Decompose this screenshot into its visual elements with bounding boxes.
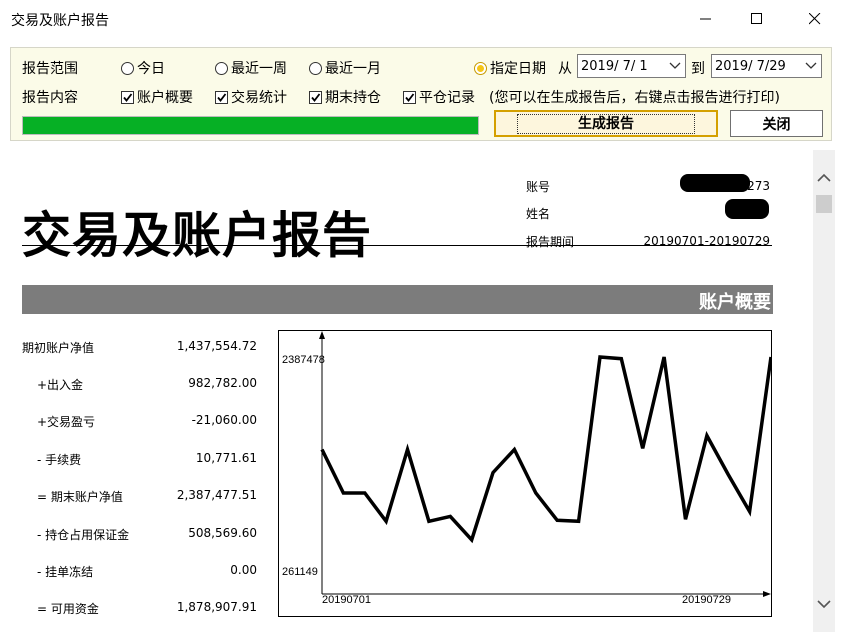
summary-label: = 期末账户净值 xyxy=(37,490,123,504)
summary-value: -21,060.00 xyxy=(191,413,257,427)
chevron-up-icon xyxy=(817,173,831,182)
vertical-scrollbar[interactable] xyxy=(813,150,835,632)
redacted-name xyxy=(725,199,769,219)
summary-label: = 可用资金 xyxy=(37,602,99,616)
progress-fill xyxy=(23,117,478,134)
radio-last-month[interactable]: 最近一月 xyxy=(309,58,381,78)
minimize-icon xyxy=(700,18,711,20)
redacted-account xyxy=(680,174,750,192)
report-title: 交易及账户报告 xyxy=(22,207,373,264)
summary-label: +出入金 xyxy=(37,378,84,392)
checkbox-account-summary[interactable]: 账户概要 xyxy=(121,87,193,107)
content-label: 报告内容 xyxy=(22,90,78,106)
summary-value: 1,878,907.91 xyxy=(176,600,257,614)
summary-value: 508,569.60 xyxy=(188,526,257,540)
range-label: 报告范围 xyxy=(22,61,78,77)
x-end-label: 20190729 xyxy=(682,594,731,606)
period-value: 20190701-20190729 xyxy=(643,234,771,248)
scroll-down-button[interactable] xyxy=(816,596,832,612)
summary-label: 期初账户净值 xyxy=(22,341,95,355)
radio-icon xyxy=(215,61,228,75)
summary-value: 982,782.00 xyxy=(188,376,257,390)
summary-value: 0.00 xyxy=(230,563,257,577)
checkbox-trade-stats[interactable]: 交易统计 xyxy=(215,87,287,107)
summary-label: +交易盈亏 xyxy=(37,415,96,429)
close-icon xyxy=(809,13,821,25)
chevron-down-icon xyxy=(817,600,831,609)
summary-value: 2,387,477.51 xyxy=(176,488,257,502)
chevron-down-icon xyxy=(805,62,817,69)
close-window-button[interactable] xyxy=(792,0,838,38)
name-label: 姓名 xyxy=(526,207,551,221)
to-label: 到 xyxy=(691,61,705,77)
checkbox-ending-positions[interactable]: 期末持仓 xyxy=(309,87,381,107)
to-date-picker[interactable]: 2019/ 7/29 xyxy=(711,54,822,78)
x-start-label: 20190701 xyxy=(322,594,371,606)
from-label: 从 xyxy=(558,61,572,77)
close-button[interactable]: 关闭 xyxy=(730,110,823,137)
radio-selected-icon xyxy=(474,61,487,75)
radio-last-week[interactable]: 最近一周 xyxy=(215,58,287,78)
maximize-icon xyxy=(751,13,762,24)
account-value: 273 xyxy=(747,179,770,193)
summary-label: - 持仓占用保证金 xyxy=(37,528,130,542)
equity-chart: 2387478 261149 20190701 20190729 xyxy=(278,330,773,617)
summary-label: - 挂单冻结 xyxy=(37,565,94,579)
chart-axes xyxy=(319,331,771,597)
scroll-thumb[interactable] xyxy=(816,195,832,213)
radio-today[interactable]: 今日 xyxy=(121,58,165,78)
equity-chart-svg: 2387478 261149 20190701 20190729 xyxy=(282,331,773,606)
equity-line-series xyxy=(320,355,773,544)
generate-report-button[interactable]: 生成报告 xyxy=(494,110,718,137)
account-label: 账号 xyxy=(526,180,551,194)
summary-value: 10,771.61 xyxy=(195,451,257,465)
radio-custom-date[interactable]: 指定日期 xyxy=(474,58,546,78)
y-axis-arrow xyxy=(319,331,325,339)
summary-value: 1,437,554.72 xyxy=(176,339,257,353)
summary-label: - 手续费 xyxy=(37,453,82,467)
section-title: 账户概要 xyxy=(699,292,771,313)
print-hint: (您可以在生成报告后，右键点击报告进行打印) xyxy=(489,90,780,106)
y-min-label: 261149 xyxy=(282,566,318,578)
checkbox-checked-icon xyxy=(309,90,322,104)
section-header: 账户概要 xyxy=(22,285,773,314)
chevron-down-icon xyxy=(669,62,681,69)
checkbox-checked-icon xyxy=(403,90,416,104)
from-date-picker[interactable]: 2019/ 7/ 1 xyxy=(577,54,686,78)
window-title: 交易及账户报告 xyxy=(11,13,109,29)
radio-icon xyxy=(121,61,134,75)
checkbox-checked-icon xyxy=(121,90,134,104)
checkbox-close-records[interactable]: 平仓记录 xyxy=(403,87,475,107)
minimize-button[interactable] xyxy=(683,0,729,38)
progress-bar xyxy=(22,116,479,135)
period-label: 报告期间 xyxy=(526,235,575,249)
checkbox-checked-icon xyxy=(215,90,228,104)
radio-icon xyxy=(309,61,322,75)
x-axis-arrow xyxy=(763,591,771,597)
scroll-up-button[interactable] xyxy=(816,170,832,186)
y-max-label: 2387478 xyxy=(282,354,325,366)
maximize-button[interactable] xyxy=(734,0,780,38)
